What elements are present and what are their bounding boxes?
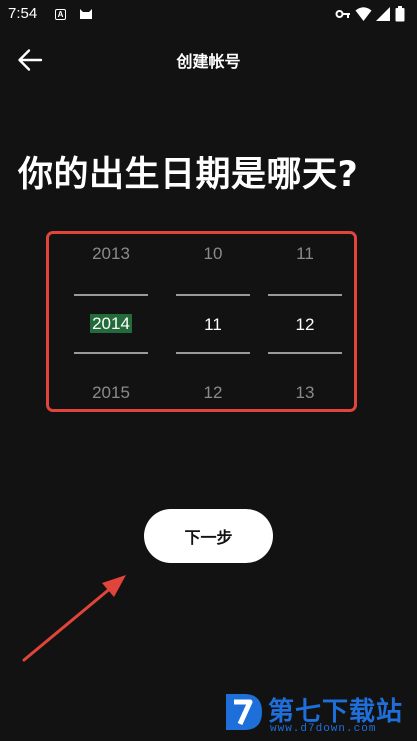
year-wheel[interactable]: 2013 2014 2015 — [74, 231, 148, 412]
month-selection-line-top — [176, 294, 250, 296]
next-button-label: 下一步 — [184, 528, 233, 547]
header-title: 创建帐号 — [176, 52, 241, 71]
month-selection-line-bottom — [176, 352, 250, 354]
day-option-next[interactable]: 13 — [268, 383, 342, 403]
cat-notification-icon — [80, 9, 92, 19]
month-option-next[interactable]: 12 — [176, 383, 250, 403]
year-option-prev[interactable]: 2013 — [74, 244, 148, 264]
year-option-selected[interactable]: 2014 — [74, 314, 148, 334]
watermark: 第七下载站 www.d7down.com — [218, 690, 417, 738]
wifi-icon — [355, 7, 372, 21]
day-option-selected[interactable]: 12 — [268, 315, 342, 335]
status-bar: 7:54 A — [0, 0, 417, 30]
key-icon — [335, 10, 350, 18]
year-option-next[interactable]: 2015 — [74, 383, 148, 403]
status-time: 7:54 — [8, 5, 38, 22]
d7down-logo-icon — [226, 694, 262, 730]
battery-icon — [395, 6, 405, 22]
next-button[interactable]: 下一步 — [144, 509, 273, 563]
year-selection-line-top — [74, 294, 148, 296]
month-wheel[interactable]: 10 11 12 — [176, 231, 250, 412]
app-notification-icon: A — [55, 9, 66, 20]
cellular-signal-icon — [376, 7, 390, 21]
birthdate-question: 你的出生日期是哪天? — [18, 155, 359, 195]
month-option-prev[interactable]: 10 — [176, 244, 250, 264]
month-option-selected[interactable]: 11 — [176, 315, 250, 335]
day-selection-line-bottom — [268, 352, 342, 354]
day-wheel[interactable]: 11 12 13 — [268, 231, 342, 412]
day-selection-line-top — [268, 294, 342, 296]
year-selection-line-bottom — [74, 352, 148, 354]
day-option-prev[interactable]: 11 — [268, 244, 342, 264]
status-icons — [335, 6, 409, 22]
watermark-url: www.d7down.com — [270, 723, 377, 735]
year-selected-text: 2014 — [90, 314, 132, 333]
